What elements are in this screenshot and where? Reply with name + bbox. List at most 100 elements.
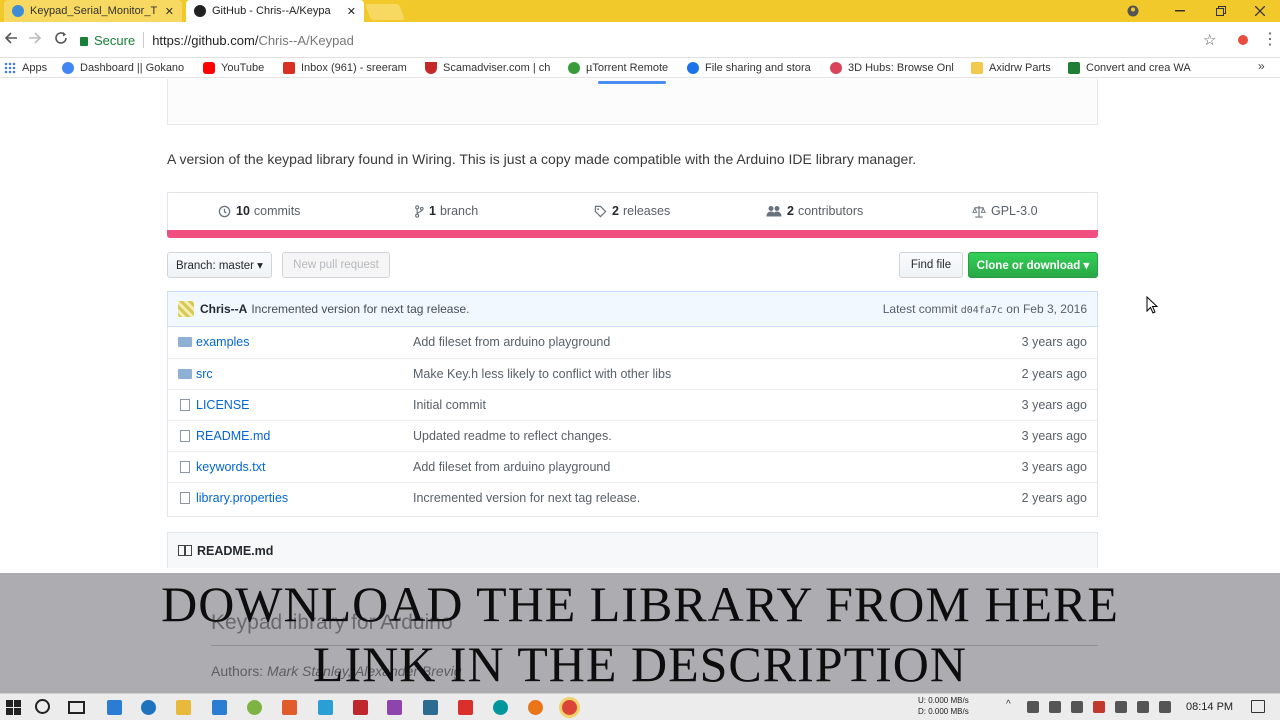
edge-icon[interactable] — [141, 700, 156, 715]
notifications-icon[interactable] — [1251, 700, 1265, 713]
calculator-icon[interactable] — [107, 700, 122, 715]
extension-icon[interactable] — [1238, 35, 1248, 45]
star-icon[interactable]: ☆ — [1203, 31, 1216, 49]
address-bar[interactable]: Secure https://github.com/Chris--A/Keypa… — [80, 28, 1230, 52]
commit-sha[interactable]: d04fa7c — [961, 305, 1003, 316]
app-icon[interactable] — [282, 700, 297, 715]
file-name-link[interactable]: src — [196, 367, 213, 381]
browser-toolbar: Secure https://github.com/Chris--A/Keypa… — [0, 22, 1280, 58]
license-link[interactable]: GPL-3.0 — [972, 204, 1038, 218]
folder-icon — [178, 337, 192, 347]
file-age: 3 years ago — [1021, 460, 1087, 474]
branch-select-button[interactable]: Branch: master ▾ — [167, 252, 272, 278]
close-window-icon[interactable] — [1240, 0, 1280, 22]
commit-message[interactable]: Incremented version for next tag release… — [251, 302, 469, 316]
file-commit-message[interactable]: Make Key.h less likely to conflict with … — [413, 367, 671, 381]
latest-commit-bar: Chris--A Incremented version for next ta… — [167, 291, 1098, 327]
commit-author[interactable]: Chris--A — [200, 302, 247, 316]
file-name-link[interactable]: README.md — [196, 429, 270, 443]
bookmark-file-sharing[interactable]: File sharing and stora — [687, 60, 817, 76]
back-arrow-icon[interactable] — [2, 31, 20, 49]
clone-or-download-button[interactable]: Clone or download ▾ — [968, 252, 1098, 278]
tray-app-icon[interactable] — [1071, 701, 1083, 713]
reload-icon[interactable] — [52, 31, 70, 49]
file-commit-message[interactable]: Add fileset from arduino playground — [413, 460, 610, 474]
arduino-icon[interactable] — [493, 700, 508, 715]
branches-link[interactable]: 1 branch — [414, 204, 478, 218]
clock[interactable]: 08:14 PM — [1186, 701, 1233, 713]
bookmark-label: Apps — [22, 62, 48, 74]
commits-link[interactable]: 10 commits — [218, 204, 300, 218]
bookmark-3dhubs[interactable]: 3D Hubs: Browse Onl — [830, 60, 958, 76]
avatar[interactable] — [178, 301, 194, 317]
file-name-link[interactable]: LICENSE — [196, 398, 250, 412]
table-row[interactable]: keywords.txt Add fileset from arduino pl… — [168, 451, 1097, 482]
file-name-link[interactable]: examples — [196, 335, 250, 349]
store-icon[interactable] — [212, 700, 227, 715]
security-indicator[interactable]: Secure — [80, 33, 135, 48]
minimize-icon[interactable] — [1160, 0, 1200, 22]
bookmark-apps[interactable]: Apps — [4, 60, 56, 76]
tab-keypad-serial-monitor[interactable]: Keypad_Serial_Monitor_T ✕ — [4, 0, 182, 22]
bookmark-axidrw[interactable]: Axidrw Parts — [971, 60, 1059, 76]
file-age: 3 years ago — [1021, 335, 1087, 349]
new-pull-request-button[interactable]: New pull request — [282, 252, 390, 278]
task-view-icon[interactable] — [68, 701, 85, 714]
more-bookmarks-icon[interactable]: » — [1258, 59, 1265, 73]
search-icon[interactable] — [35, 699, 50, 714]
contributors-count: 2 — [787, 204, 794, 218]
table-row[interactable]: LICENSE Initial commit 3 years ago — [168, 389, 1097, 420]
bookmark-gokano[interactable]: Dashboard || Gokano — [62, 60, 192, 76]
repo-description: A version of the keypad library found in… — [167, 151, 917, 167]
chevron-up-icon[interactable]: ^ — [1006, 699, 1018, 711]
bookmark-youtube[interactable]: YouTube — [203, 60, 273, 76]
chrome-icon[interactable] — [562, 700, 577, 715]
bookmark-scamadviser[interactable]: Scamadviser.com | ch — [425, 60, 555, 76]
bookmark-utorrent[interactable]: µTorrent Remote — [568, 60, 676, 76]
tool-icon[interactable] — [423, 700, 438, 715]
file-commit-message[interactable]: Updated readme to reflect changes. — [413, 429, 612, 443]
tray-app-icon[interactable] — [1049, 701, 1061, 713]
battery-icon[interactable] — [1137, 701, 1149, 713]
table-row[interactable]: library.properties Incremented version f… — [168, 482, 1097, 513]
explorer-icon[interactable] — [176, 700, 191, 715]
wifi-icon[interactable] — [1115, 701, 1127, 713]
table-row[interactable]: examples Add fileset from arduino playgr… — [168, 327, 1097, 358]
contributors-link[interactable]: 2 contributors — [766, 204, 863, 218]
bookmark-gmail[interactable]: Inbox (961) - sreeram — [283, 60, 411, 76]
file-name-link[interactable]: library.properties — [196, 491, 288, 505]
close-tab-icon[interactable]: ✕ — [165, 5, 174, 18]
find-file-button[interactable]: Find file — [899, 252, 963, 278]
profile-icon[interactable] — [1113, 0, 1153, 22]
menu-icon[interactable]: ⋮ — [1262, 29, 1278, 49]
readme-title: README.md — [197, 543, 274, 558]
acrobat-icon[interactable] — [353, 700, 368, 715]
tab-github-keypad[interactable]: GitHub - Chris--A/Keypa ✕ — [186, 0, 364, 22]
close-tab-icon[interactable]: ✕ — [347, 5, 356, 18]
bookmark-label: 3D Hubs: Browse Onl — [848, 62, 954, 74]
bookmarks-bar: Apps Dashboard || Gokano YouTube Inbox (… — [0, 58, 1280, 78]
table-row[interactable]: src Make Key.h less likely to conflict w… — [168, 358, 1097, 389]
bookmark-convert[interactable]: Convert and crea WA — [1068, 60, 1198, 76]
lock-icon — [80, 36, 88, 46]
forward-arrow-icon[interactable] — [26, 31, 44, 49]
android-icon[interactable] — [247, 700, 262, 715]
language-bar[interactable] — [167, 230, 1098, 238]
file-commit-message[interactable]: Add fileset from arduino playground — [413, 335, 610, 349]
foxit-icon[interactable] — [458, 700, 473, 715]
file-name-link[interactable]: keywords.txt — [196, 460, 265, 474]
releases-link[interactable]: 2 releases — [594, 204, 670, 218]
volume-icon[interactable] — [1159, 701, 1171, 713]
antivirus-icon[interactable] — [1093, 701, 1105, 713]
restore-icon[interactable] — [1201, 0, 1241, 22]
file-commit-message[interactable]: Incremented version for next tag release… — [413, 491, 640, 505]
new-tab-button[interactable] — [365, 4, 405, 20]
firefox-icon[interactable] — [528, 700, 543, 715]
telegram-icon[interactable] — [318, 700, 333, 715]
releases-count: 2 — [612, 204, 619, 218]
file-commit-message[interactable]: Initial commit — [413, 398, 486, 412]
table-row[interactable]: README.md Updated readme to reflect chan… — [168, 420, 1097, 451]
tray-app-icon[interactable] — [1027, 701, 1039, 713]
winrar-icon[interactable] — [387, 700, 402, 715]
windows-start-icon[interactable] — [6, 700, 21, 715]
